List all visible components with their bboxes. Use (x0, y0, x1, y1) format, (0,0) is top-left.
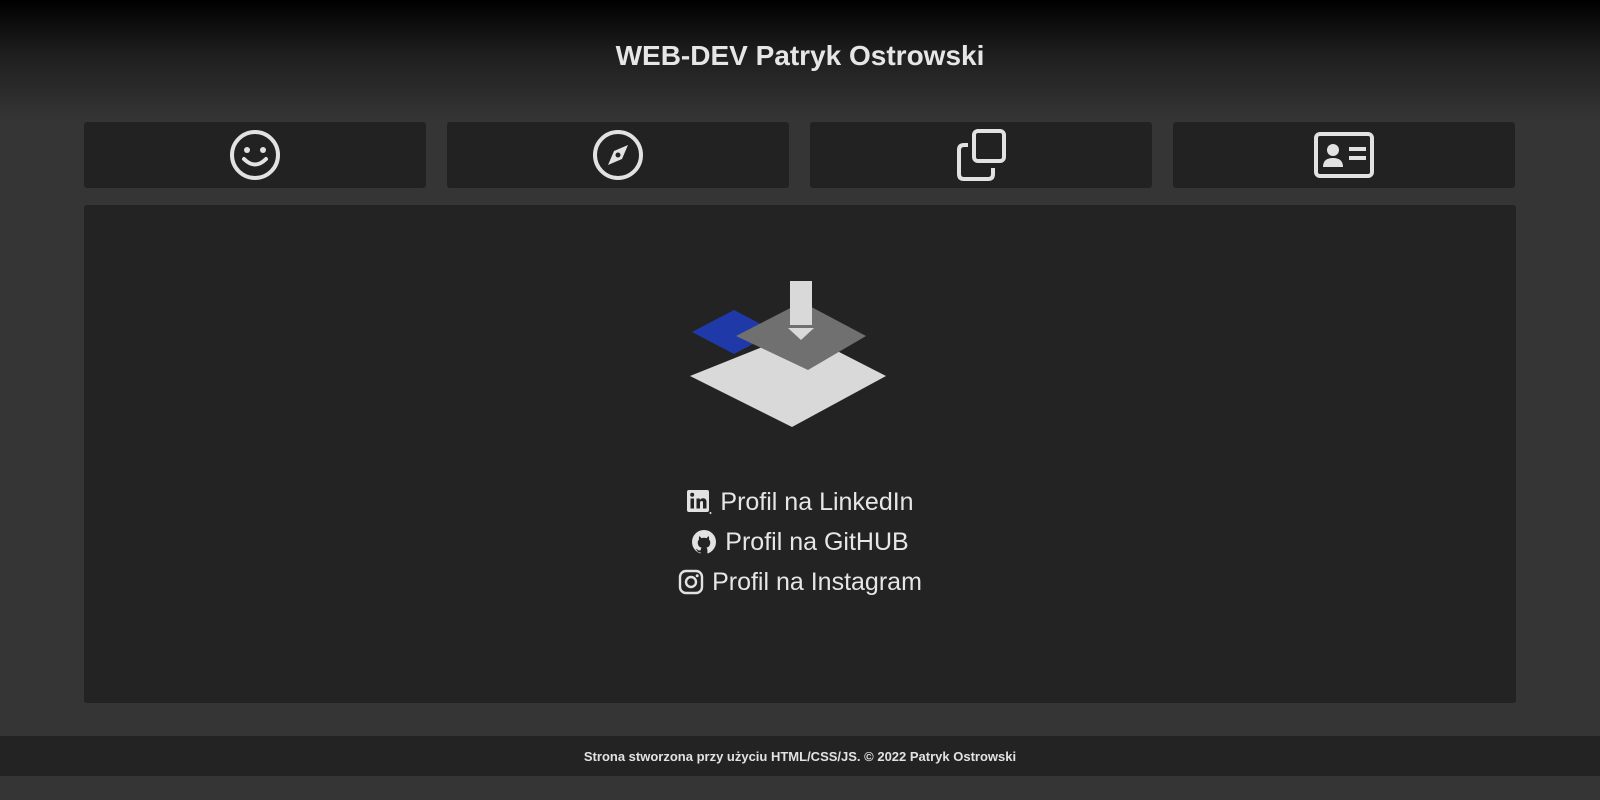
nav-bar (84, 122, 1516, 188)
compass-icon (593, 130, 643, 180)
nav-tile-explore[interactable] (447, 122, 789, 188)
smiley-icon (230, 130, 280, 180)
layers-download-logo (690, 281, 886, 427)
profile-links: Profil na LinkedIn Profil na GitHUB Prof… (500, 482, 1100, 602)
linkedin-link-label: Profil na LinkedIn (720, 487, 914, 516)
linkedin-link[interactable]: Profil na LinkedIn (500, 482, 1100, 522)
instagram-icon (678, 569, 704, 595)
copy-icon (957, 129, 1006, 181)
github-link[interactable]: Profil na GitHUB (500, 522, 1100, 562)
footer-text: Strona stworzona przy użyciu HTML/CSS/JS… (583, 748, 1017, 764)
instagram-link[interactable]: Profil na Instagram (500, 562, 1100, 602)
id-card-icon (1314, 132, 1374, 178)
github-link-label: Profil na GitHUB (725, 527, 909, 556)
site-title: WEB-DEV Patryk Ostrowski (615, 40, 985, 71)
nav-tile-about[interactable] (84, 122, 426, 188)
nav-tile-projects[interactable] (810, 122, 1152, 188)
footer: Strona stworzona przy użyciu HTML/CSS/JS… (0, 736, 1600, 776)
instagram-link-label: Profil na Instagram (712, 567, 922, 596)
github-icon (692, 530, 717, 554)
nav-tile-contact[interactable] (1173, 122, 1515, 188)
linkedin-icon (687, 490, 712, 514)
